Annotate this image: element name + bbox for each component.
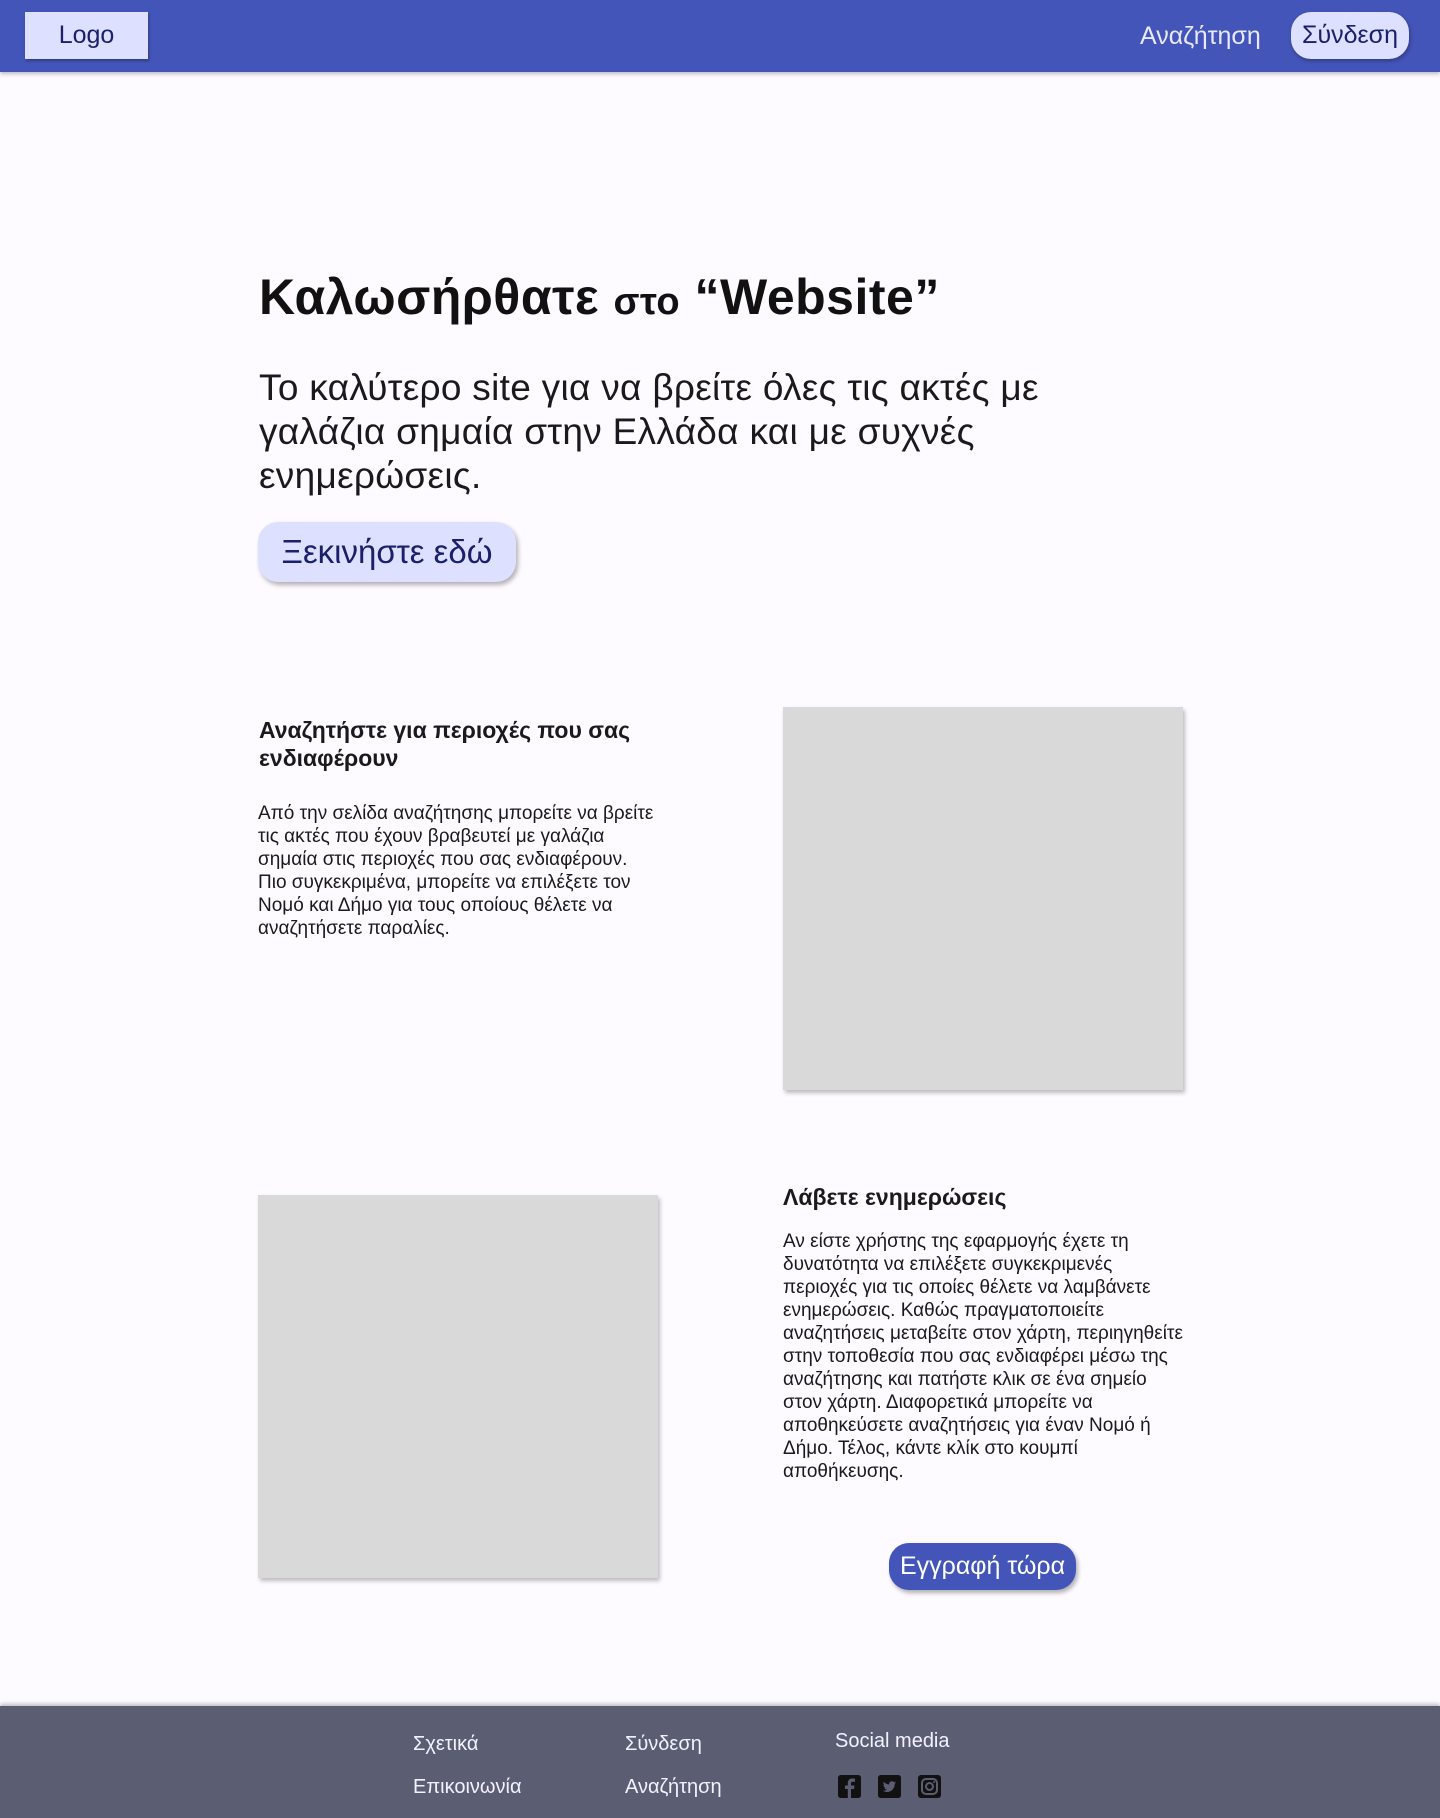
feature-search-title: Αναζητήστε για περιοχές που σας ενδιαφέρ…	[259, 717, 631, 771]
footer-social-title: Social media	[835, 1730, 950, 1752]
footer	[0, 1706, 1440, 1818]
footer-login-link[interactable]: Σύνδεση	[625, 1732, 702, 1756]
hero-title: Καλωσήρθατε στο “Website”	[259, 268, 1159, 326]
facebook-icon[interactable]	[838, 1775, 861, 1798]
signup-button[interactable]: Εγγραφή τώρα	[889, 1543, 1076, 1590]
logo[interactable]: Logo	[25, 12, 148, 59]
instagram-icon[interactable]	[918, 1775, 941, 1798]
nav-search-link[interactable]: Αναζήτηση	[1140, 17, 1261, 55]
feature-updates-text: Αν είστε χρήστης της εφαρμογής έχετε τη …	[783, 1231, 1183, 1482]
twitter-icon[interactable]	[878, 1775, 901, 1798]
footer-search-link[interactable]: Αναζήτηση	[625, 1775, 722, 1799]
hero-title-main: Καλωσήρθατε	[259, 269, 600, 325]
footer-about-link[interactable]: Σχετικά	[413, 1732, 478, 1756]
hero-subtitle: Το καλύτερο site για να βρείτε όλες τις …	[259, 367, 1039, 496]
feature-search-text: Από την σελίδα αναζήτησης μπορείτε να βρ…	[258, 803, 654, 939]
hero-title-small: στο	[613, 281, 681, 323]
footer-contact-link[interactable]: Επικοινωνία	[413, 1775, 522, 1799]
login-button[interactable]: Σύνδεση	[1291, 12, 1409, 59]
top-nav-bar: Logo Αναζήτηση Σύνδεση	[0, 0, 1440, 72]
hero-title-end: “Website”	[694, 269, 940, 325]
get-started-button[interactable]: Ξεκινήστε εδώ	[258, 522, 516, 582]
feature-search-image	[783, 707, 1183, 1090]
feature-updates-title: Λάβετε ενημερώσεις	[783, 1184, 1007, 1210]
feature-updates-image	[258, 1195, 658, 1578]
